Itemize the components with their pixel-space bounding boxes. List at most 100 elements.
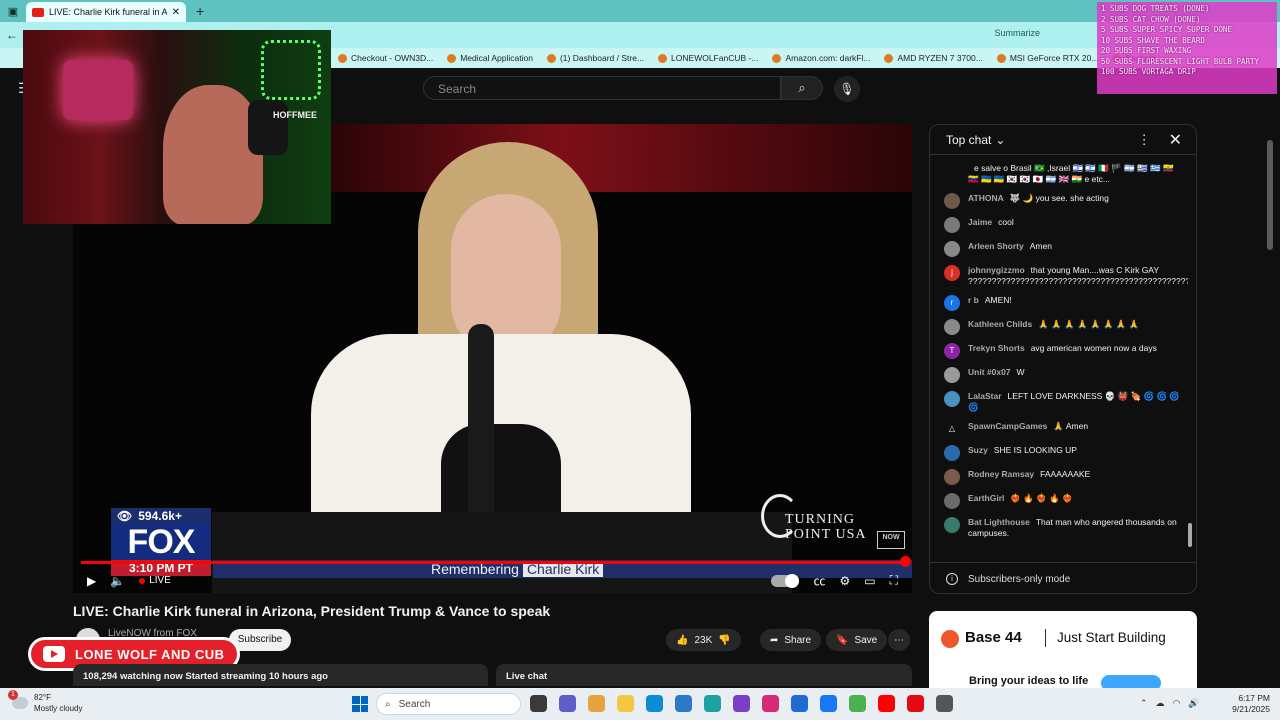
wifi-icon[interactable]: ◠ (1173, 698, 1181, 709)
chat-message[interactable]: Arleen Shorty Amen (944, 241, 1180, 257)
chat-author[interactable]: Arleen Shorty (968, 241, 1024, 251)
window-menu-icon[interactable]: ▣ (0, 5, 26, 18)
chevron-down-icon[interactable]: ⌄ (995, 133, 1005, 147)
system-clock[interactable]: 6:17 PM 9/21/2025 (1226, 693, 1270, 715)
copilot-icon[interactable] (588, 695, 605, 712)
top-chat-dropdown[interactable]: Top chat (946, 133, 991, 147)
progress-scrubber[interactable] (900, 556, 911, 567)
bookmark-item[interactable]: LONEWOLFanCUB -... (658, 53, 758, 63)
chat-message[interactable]: Unit #0x07 W (944, 367, 1180, 383)
like-button[interactable]: 👍 23K 👎 (666, 629, 741, 651)
chat-author[interactable]: EarthGirl (968, 493, 1004, 503)
chat-scrollbar[interactable] (1186, 159, 1194, 557)
netflix-icon[interactable] (907, 695, 924, 712)
chat-author[interactable]: Unit #0x07 (968, 367, 1011, 377)
chat-author[interactable]: johnnygizzmo (968, 265, 1025, 275)
bookmark-label: Amazon.com: darkFl... (785, 53, 871, 63)
chat-author[interactable]: Bat Lighthouse (968, 517, 1030, 527)
chat-message[interactable]: Rodney Ramsay FAAAAAAKE (944, 469, 1180, 485)
browser-tab-bar: ▣ LIVE: Charlie Kirk funeral in Arizo ✕ … (0, 0, 1280, 22)
captions-icon[interactable]: ㏄ (813, 572, 825, 589)
chat-author[interactable]: Kathleen Childs (968, 319, 1032, 329)
bookmark-item[interactable]: Amazon.com: darkFl... (772, 53, 870, 63)
more-actions-icon[interactable]: ⋯ (888, 629, 910, 651)
chat-author[interactable]: Rodney Ramsay (968, 469, 1034, 479)
page-scrollbar[interactable] (1267, 140, 1273, 250)
fullscreen-icon[interactable]: ⛶ (890, 573, 898, 588)
browser-tab-active[interactable]: LIVE: Charlie Kirk funeral in Arizo ✕ (26, 2, 186, 22)
thumbs-down-icon[interactable]: 👎 (718, 635, 730, 646)
chat-author[interactable]: ATHONA (968, 193, 1004, 203)
edge-icon[interactable] (646, 695, 663, 712)
chat-scroll-thumb[interactable] (1188, 523, 1192, 547)
windows-start-icon[interactable] (352, 696, 368, 712)
chat-author[interactable]: Suzy (968, 445, 988, 455)
search-icon[interactable]: ⌕ (781, 76, 823, 100)
chat-author[interactable]: Trekyn Shorts (968, 343, 1025, 353)
chat-message[interactable]: ATHONA 🐺 🌙 you see. she acting (944, 193, 1180, 209)
search-input[interactable]: Search (423, 76, 781, 100)
live-indicator[interactable]: LIVE (139, 575, 171, 586)
chat-message[interactable]: T Trekyn Shorts avg american women now a d… (944, 343, 1180, 359)
progress-bar[interactable] (81, 561, 906, 564)
facebook-icon[interactable] (820, 695, 837, 712)
chat-author[interactable]: Jaime (968, 217, 992, 227)
calculator-icon[interactable] (704, 695, 721, 712)
bookmark-item[interactable]: (1) Dashboard / Stre... (546, 53, 644, 63)
bookmark-item[interactable]: AMD RYZEN 7 3700... (884, 53, 983, 63)
chat-message[interactable]: EarthGirl ❤️‍🔥 🔥 ❤️‍🔥 🔥 ❤️‍🔥 (944, 493, 1180, 509)
app-green-icon[interactable] (849, 695, 866, 712)
theater-mode-icon[interactable]: ▭ (864, 574, 875, 588)
instagram-icon[interactable] (762, 695, 779, 712)
cloud-sync-icon[interactable]: ☁ (1156, 698, 1165, 709)
chevron-up-icon[interactable]: ⌃ (1140, 698, 1148, 709)
chat-body: LalaStar LEFT LOVE DARKNESS 💀 👹 🍖 🌀 🌀 🌀 🌀 (968, 391, 1180, 413)
info-icon: i (946, 573, 958, 585)
chat-message[interactable]: Suzy SHE IS LOOKING UP (944, 445, 1180, 461)
walmart-icon[interactable] (791, 695, 808, 712)
chat-avatar (944, 469, 960, 485)
chat-message[interactable]: △ SpawnCampGames 🙏 Amen (944, 421, 1180, 437)
microphone-icon[interactable]: 🎙 (834, 76, 860, 102)
back-icon[interactable]: ← (6, 28, 18, 42)
live-chat-toggle[interactable]: Live chat (496, 664, 912, 686)
weather-widget[interactable]: 1 82°F Mostly cloudy (8, 690, 82, 714)
chat-author[interactable]: r b (968, 295, 979, 305)
goal-line: 5 SUBS SUPER SPICY SUPER DONE (1101, 25, 1232, 34)
volume-icon[interactable]: 🔈 (110, 574, 125, 588)
chat-message[interactable]: LalaStar LEFT LOVE DARKNESS 💀 👹 🍖 🌀 🌀 🌀 🌀 (944, 391, 1180, 413)
chat-author[interactable]: SpawnCampGames (968, 421, 1047, 431)
teams-icon[interactable] (559, 695, 576, 712)
store-icon[interactable] (675, 695, 692, 712)
chat-message[interactable]: r r b AMEN! (944, 295, 1180, 311)
taskbar-search[interactable]: ⌕ Search (376, 693, 521, 715)
chat-message[interactable]: j johnnygizzmo that young Man....was C Kir… (944, 265, 1188, 287)
settings-icon[interactable]: ⚙ (839, 574, 850, 588)
youtube-icon[interactable] (878, 695, 895, 712)
autoplay-toggle[interactable] (771, 573, 800, 588)
save-button[interactable]: 🔖 Save (826, 629, 888, 651)
new-tab-icon[interactable]: + (196, 3, 204, 19)
share-button[interactable]: ➦ Share (760, 629, 822, 651)
task-view-icon[interactable] (530, 695, 547, 712)
sponsored-ad[interactable]: Base 44 Just Start Building Bring your i… (929, 611, 1197, 691)
play-icon[interactable]: ▶ (87, 574, 96, 588)
chat-avatar (944, 241, 960, 257)
bookmark-item[interactable]: MSI GeForce RTX 20... (996, 53, 1098, 63)
chat-message[interactable]: Jaime cool (944, 217, 1180, 233)
chat-message[interactable]: Bat Lighthouse That man who angered thous… (944, 517, 1180, 539)
summarize-button[interactable]: Summarize (994, 28, 1040, 38)
chat-message[interactable]: Kathleen Childs 🙏 🙏 🙏 🙏 🙏 🙏 🙏 🙏 (944, 319, 1180, 335)
bookmark-item[interactable]: Medical Application (447, 53, 533, 63)
close-icon[interactable]: ✕ (1169, 130, 1182, 150)
close-tab-icon[interactable]: ✕ (172, 7, 180, 18)
chat-message[interactable]: e salve o Brasil 🇧🇷 ,Israel 🇮🇱 🇮🇱 🇮🇹 🏴 🇦… (944, 163, 1180, 185)
chat-menu-icon[interactable]: ⋮ (1138, 132, 1151, 148)
file-explorer-icon[interactable] (617, 695, 634, 712)
bookmark-item[interactable]: Checkout - OWN3D... (338, 53, 433, 63)
chat-author[interactable]: LalaStar (968, 391, 1002, 401)
app-gray-icon[interactable] (936, 695, 953, 712)
app-purple-icon[interactable] (733, 695, 750, 712)
speaker-icon[interactable]: 🔊 (1188, 698, 1199, 709)
fox-bug: 👁 594.6k+ FOX 3:10 PM PT (111, 508, 211, 576)
